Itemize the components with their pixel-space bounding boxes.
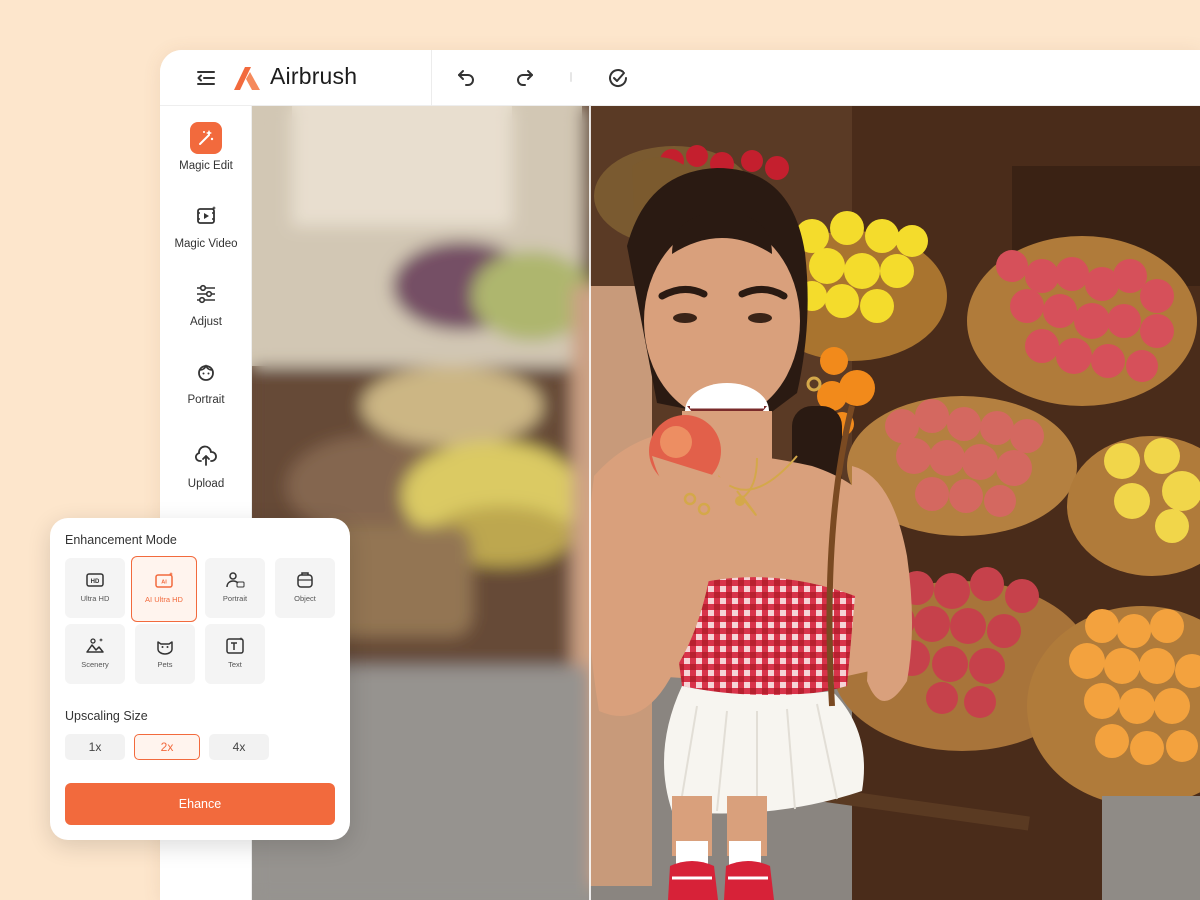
ai-hd-icon: AI xyxy=(155,572,173,588)
mode-object[interactable]: Object xyxy=(275,558,335,618)
sidebar-item-label: Magic Video xyxy=(174,238,238,250)
enhancement-panel: Enhancement Mode HD Ultra HD AI AI Ultra… xyxy=(50,518,350,840)
size-4x-button[interactable]: 4x xyxy=(209,734,269,760)
toolbar-separator xyxy=(570,72,572,82)
size-1x-button[interactable]: 1x xyxy=(65,734,125,760)
top-toolbar: Airbrush xyxy=(160,50,1200,106)
upload-icon xyxy=(190,440,222,472)
image-canvas[interactable] xyxy=(252,106,1200,900)
undo-icon[interactable] xyxy=(454,66,478,90)
redo-icon[interactable] xyxy=(513,66,537,90)
cat-icon xyxy=(157,641,173,655)
mode-portrait[interactable]: Portrait xyxy=(205,558,265,618)
photo-comparison xyxy=(252,106,1200,900)
sidebar-item-label: Upload xyxy=(187,478,225,490)
sidebar-item-label: Magic Edit xyxy=(179,160,233,172)
sidebar-item-magic-video[interactable]: Magic Video xyxy=(160,200,252,272)
airbrush-logo-icon xyxy=(232,64,262,92)
sidebar-item-adjust[interactable]: Adjust xyxy=(160,278,252,350)
scenery-icon xyxy=(86,638,104,653)
sidebar-item-label: Portrait xyxy=(187,394,225,406)
hd-icon: HD xyxy=(86,573,104,587)
app-name: Airbrush xyxy=(270,63,358,89)
menu-collapse-icon[interactable] xyxy=(194,66,218,90)
toolbar-divider xyxy=(431,50,432,106)
sidebar-item-magic-edit[interactable]: Magic Edit xyxy=(160,122,252,194)
sidebar-item-portrait[interactable]: Portrait xyxy=(160,356,252,428)
face-icon xyxy=(190,356,222,388)
text-icon xyxy=(226,637,244,654)
mode-text[interactable]: Text xyxy=(205,624,265,684)
mode-ultra-hd[interactable]: HD Ultra HD xyxy=(65,558,125,618)
person-hd-icon xyxy=(226,572,245,588)
mode-scenery[interactable]: Scenery xyxy=(65,624,125,684)
video-sparkle-icon xyxy=(190,200,222,232)
enhance-button[interactable]: Ehance xyxy=(65,783,335,825)
sidebar-item-upload[interactable]: Upload xyxy=(160,440,252,512)
mode-ai-ultra-hd[interactable]: AI AI Ultra HD xyxy=(131,556,197,622)
sliders-icon xyxy=(190,278,222,310)
svg-text:HD: HD xyxy=(91,579,100,585)
sidebar-item-label: Adjust xyxy=(190,316,222,328)
svg-text:AI: AI xyxy=(161,580,167,586)
size-2x-button[interactable]: 2x xyxy=(134,734,200,760)
enhancement-mode-heading: Enhancement Mode xyxy=(65,533,177,547)
mode-pets[interactable]: Pets xyxy=(135,624,195,684)
object-icon xyxy=(297,572,313,588)
check-circle-icon[interactable] xyxy=(606,66,630,90)
magic-wand-icon xyxy=(190,122,222,154)
upscaling-size-heading: Upscaling Size xyxy=(65,709,148,723)
